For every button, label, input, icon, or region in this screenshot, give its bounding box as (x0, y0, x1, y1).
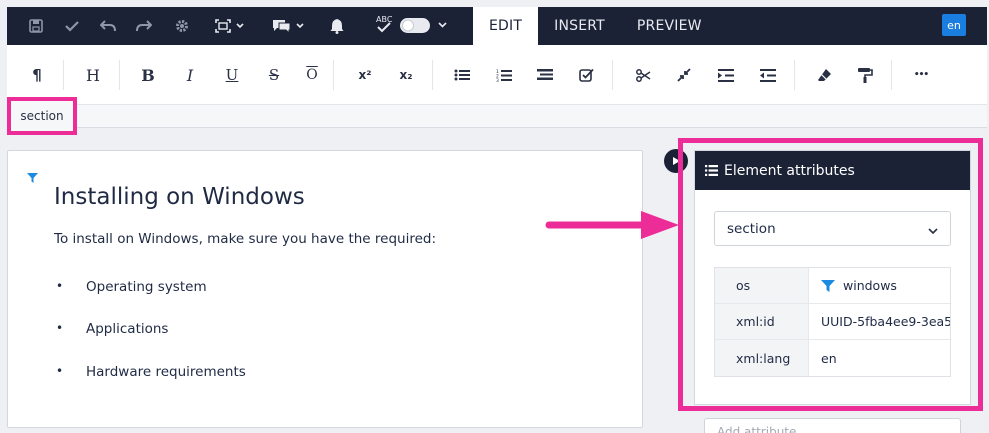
attributes-table: os windows xml:id UUID-5fba4ee9-3ea5- xm… (714, 267, 951, 377)
mode-tabs: EDIT INSERT PREVIEW (473, 7, 718, 45)
bullet-marker: • (56, 279, 64, 293)
superscript-button[interactable]: x² (352, 63, 378, 87)
formatting-toolbar: ¶ H B I U S O x² x₂ 123 ••• (7, 45, 987, 105)
language-badge[interactable]: en (942, 14, 966, 36)
eraser-icon[interactable] (811, 63, 837, 87)
cut-icon[interactable] (630, 63, 656, 87)
attribute-name: xml:lang (715, 340, 809, 376)
italic-button[interactable]: I (177, 63, 203, 87)
chevron-down-icon (928, 223, 938, 239)
redo-icon[interactable] (135, 7, 153, 45)
toolbar-divider (63, 60, 64, 90)
bullet-marker: • (56, 364, 64, 378)
strikethrough-button[interactable]: S (261, 63, 287, 87)
top-bar: ABC EDIT INSERT PREVIEW en (7, 7, 987, 45)
document-paragraph: To install on Windows, make sure you hav… (54, 231, 437, 247)
toolbar-divider (432, 60, 433, 90)
table-row[interactable]: os windows (715, 268, 950, 304)
definition-list-icon[interactable] (532, 63, 558, 87)
indent-icon[interactable] (713, 63, 739, 87)
bullet-marker: • (56, 321, 64, 335)
paragraph-button[interactable]: ¶ (24, 63, 50, 87)
attribute-name: xml:id (715, 304, 809, 339)
check-icon[interactable] (63, 7, 81, 45)
gear-icon[interactable] (173, 7, 191, 45)
attribute-value-text: UUID-5fba4ee9-3ea5- (821, 314, 950, 329)
spellcheck-icon[interactable]: ABC (375, 7, 451, 45)
toolbar-divider (119, 60, 120, 90)
panel-header: Element attributes (695, 151, 970, 190)
breadcrumb-section[interactable]: section (7, 97, 77, 135)
list-item-text: Applications (86, 321, 169, 337)
tab-edit[interactable]: EDIT (473, 7, 539, 45)
tab-preview[interactable]: PREVIEW (621, 7, 718, 45)
element-attributes-panel: Element attributes section os windows xm… (694, 150, 971, 405)
list-icon (705, 165, 718, 176)
undo-icon[interactable] (99, 7, 117, 45)
subscript-button[interactable]: x₂ (393, 63, 419, 87)
list-item-text: Operating system (86, 279, 207, 295)
filter-icon (27, 168, 38, 187)
format-painter-icon[interactable] (852, 63, 878, 87)
add-attribute-input[interactable]: Add attribute (704, 418, 961, 433)
focus-mode-icon[interactable] (213, 7, 249, 45)
filter-icon (821, 279, 835, 292)
attribute-value[interactable]: en (809, 340, 950, 376)
toolbar-divider (794, 60, 795, 90)
bell-icon[interactable] (328, 7, 346, 45)
attribute-name: os (715, 268, 809, 303)
toolbar-divider (612, 60, 613, 90)
attribute-value[interactable]: windows (809, 268, 950, 303)
table-row[interactable]: xml:lang en (715, 340, 950, 376)
list-item-text: Hardware requirements (86, 364, 246, 380)
document-heading: Installing on Windows (54, 184, 305, 210)
svg-text:3: 3 (496, 78, 499, 82)
attribute-value-text: windows (843, 278, 897, 293)
heading-button[interactable]: H (80, 63, 106, 87)
task-list-icon[interactable] (573, 63, 599, 87)
tab-insert[interactable]: INSERT (538, 7, 621, 45)
panel-title: Element attributes (724, 162, 855, 179)
toolbar-divider (891, 60, 892, 90)
element-select[interactable]: section (714, 211, 951, 246)
document-editor[interactable]: Installing on Windows To install on Wind… (7, 150, 643, 428)
merge-icon[interactable] (671, 63, 697, 87)
bulleted-list-icon[interactable] (449, 63, 475, 87)
underline-button[interactable]: U (219, 63, 245, 87)
bold-button[interactable]: B (135, 63, 161, 87)
more-options-button[interactable]: ••• (908, 63, 934, 87)
outdent-icon[interactable] (755, 63, 781, 87)
attribute-value-text: en (821, 350, 837, 366)
overline-button[interactable]: O (299, 63, 325, 87)
element-select-value: section (727, 220, 776, 237)
attribute-value[interactable]: UUID-5fba4ee9-3ea5- (809, 304, 950, 339)
numbered-list-icon[interactable]: 123 (491, 63, 517, 87)
pointer-arrow (545, 207, 680, 247)
element-path-bar (7, 105, 987, 128)
toolbar-divider (333, 60, 334, 90)
table-row[interactable]: xml:id UUID-5fba4ee9-3ea5- (715, 304, 950, 340)
spellcheck-label: ABC (376, 15, 393, 24)
save-icon[interactable] (27, 7, 45, 45)
comments-icon[interactable] (269, 7, 309, 45)
